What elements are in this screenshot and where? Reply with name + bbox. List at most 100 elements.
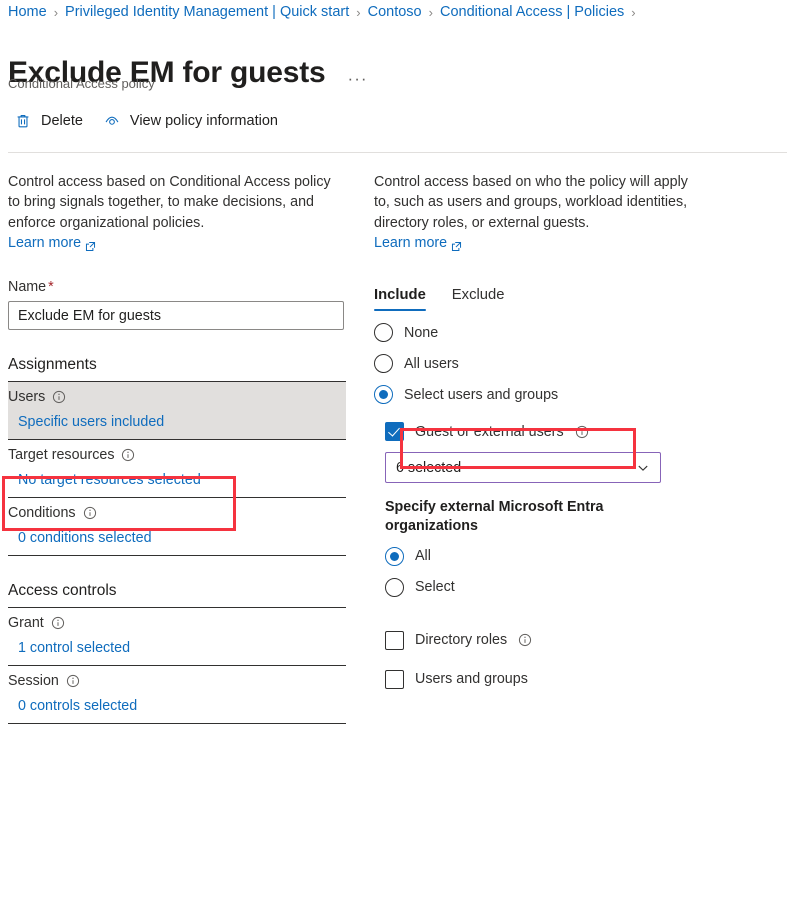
radio-icon: [374, 354, 393, 374]
breadcrumb-separator: ›: [356, 4, 361, 20]
divider: [8, 723, 346, 725]
session-row-value[interactable]: 0 controls selected: [18, 698, 346, 714]
policy-intro-text: Control access based on Conditional Acce…: [8, 172, 346, 253]
target-resources-label: Target resources: [8, 447, 115, 464]
guest-types-dropdown-value: 6 selected: [396, 459, 462, 476]
assignment-row-target-resources[interactable]: Target resources No target resources sel…: [8, 440, 346, 497]
learn-more-link-left[interactable]: Learn more: [8, 233, 96, 253]
users-label: Users: [8, 389, 46, 406]
breadcrumb-item-pim[interactable]: Privileged Identity Management | Quick s…: [65, 4, 349, 20]
radio-option-none[interactable]: None: [374, 323, 704, 343]
tab-include[interactable]: Include: [374, 287, 426, 312]
conditional-access-policy-page: Home › Privileged Identity Management | …: [0, 0, 795, 911]
grant-label: Grant: [8, 615, 44, 632]
control-row-session[interactable]: Session 0 controls selected: [8, 666, 346, 723]
page-title-row: Exclude EM for guests ···: [8, 36, 368, 111]
target-resources-row-value[interactable]: No target resources selected: [18, 472, 346, 488]
radio-icon-selected: [374, 385, 393, 405]
divider: [8, 555, 346, 557]
radio-option-all-organizations[interactable]: All: [385, 546, 704, 566]
assignments-heading: Assignments: [8, 356, 97, 374]
checkbox-label-guest-or-external-users: Guest or external users: [415, 423, 564, 440]
checkbox-icon: [385, 669, 404, 689]
command-bar-divider: [8, 152, 787, 153]
info-circle-icon[interactable]: [121, 448, 135, 462]
users-intro-paragraph: Control access based on who the policy w…: [374, 174, 688, 231]
info-circle-icon[interactable]: [575, 425, 589, 439]
conditions-row-value[interactable]: 0 conditions selected: [18, 530, 346, 546]
name-field-label: Name *: [8, 279, 346, 295]
control-row-grant[interactable]: Grant 1 control selected: [8, 608, 346, 665]
checkbox-icon: [385, 630, 404, 650]
radio-label-select-organizations: Select: [415, 579, 455, 596]
include-exclude-tabs: Include Exclude: [374, 287, 704, 312]
grant-row-title: Grant: [8, 615, 346, 631]
checkbox-label-directory-roles: Directory roles: [415, 632, 508, 649]
command-bar: Delete View policy information: [14, 112, 278, 130]
checkbox-directory-roles[interactable]: Directory roles: [385, 630, 704, 650]
info-circle-icon[interactable]: [83, 506, 97, 520]
checkbox-icon-checked: [385, 422, 404, 442]
session-label: Session: [8, 673, 59, 690]
users-row-title: Users: [8, 389, 346, 405]
users-row-value[interactable]: Specific users included: [18, 414, 346, 430]
checkbox-guest-or-external-users[interactable]: Guest or external users: [385, 422, 704, 442]
breadcrumb-separator: ›: [631, 4, 636, 20]
external-organizations-radio-group: All Select: [385, 546, 704, 597]
external-link-icon: [451, 238, 462, 251]
users-intro-text: Control access based on who the policy w…: [374, 172, 704, 253]
info-circle-icon[interactable]: [51, 616, 65, 630]
view-policy-information-label: View policy information: [129, 113, 278, 129]
info-circle-icon[interactable]: [66, 674, 80, 688]
breadcrumb-item-home[interactable]: Home: [8, 4, 47, 20]
info-circle-icon[interactable]: [52, 390, 66, 404]
required-asterisk: *: [48, 279, 54, 296]
guest-types-dropdown[interactable]: 6 selected: [385, 452, 661, 484]
radio-option-all-users[interactable]: All users: [374, 354, 704, 374]
learn-more-label: Learn more: [8, 234, 82, 251]
eye-info-icon: [103, 112, 121, 130]
radio-label-none: None: [404, 324, 439, 341]
trash-icon: [14, 112, 32, 130]
checkbox-label-users-and-groups: Users and groups: [415, 671, 528, 688]
specify-external-organizations-heading: Specify external Microsoft Entra organiz…: [385, 499, 604, 535]
breadcrumb-item-contoso[interactable]: Contoso: [368, 4, 422, 20]
policy-summary-column: Control access based on Conditional Acce…: [8, 172, 346, 725]
access-controls-heading: Access controls: [8, 582, 117, 600]
learn-more-label: Learn more: [374, 234, 448, 251]
name-label-text: Name: [8, 279, 47, 296]
info-circle-icon[interactable]: [518, 633, 532, 647]
tab-exclude[interactable]: Exclude: [452, 287, 505, 311]
breadcrumb-item-conditional-access[interactable]: Conditional Access | Policies: [440, 4, 624, 20]
more-options-button[interactable]: ···: [348, 70, 368, 87]
users-assignment-column: Control access based on who the policy w…: [374, 172, 704, 689]
breadcrumb-separator: ›: [428, 4, 433, 20]
conditions-label: Conditions: [8, 505, 76, 522]
breadcrumb: Home › Privileged Identity Management | …: [8, 4, 643, 20]
learn-more-link-right[interactable]: Learn more: [374, 233, 462, 253]
radio-label-all-organizations: All: [415, 548, 431, 565]
radio-label-all-users: All users: [404, 355, 459, 372]
assignment-row-users[interactable]: Users Specific users included: [8, 382, 346, 440]
radio-icon: [385, 577, 404, 597]
radio-icon: [374, 323, 393, 343]
radio-option-select-organizations[interactable]: Select: [385, 577, 704, 597]
breadcrumb-separator: ›: [53, 4, 59, 20]
external-link-icon: [85, 238, 96, 251]
session-row-title: Session: [8, 673, 346, 689]
policy-intro-paragraph: Control access based on Conditional Acce…: [8, 174, 331, 231]
assignment-row-conditions[interactable]: Conditions 0 conditions selected: [8, 498, 346, 555]
conditions-row-title: Conditions: [8, 505, 346, 521]
checkbox-users-and-groups[interactable]: Users and groups: [385, 669, 704, 689]
radio-label-select-users-and-groups: Select users and groups: [404, 386, 559, 403]
page-subtitle: Conditional Access policy: [8, 76, 155, 91]
target-resources-row-title: Target resources: [8, 447, 346, 463]
policy-name-input[interactable]: [8, 301, 344, 331]
radio-option-select-users-and-groups[interactable]: Select users and groups: [374, 385, 704, 405]
radio-icon-selected: [385, 546, 404, 566]
view-policy-information-button[interactable]: View policy information: [103, 112, 278, 130]
grant-row-value[interactable]: 1 control selected: [18, 640, 346, 656]
chevron-down-icon: [636, 461, 650, 475]
delete-button[interactable]: Delete: [14, 112, 83, 130]
